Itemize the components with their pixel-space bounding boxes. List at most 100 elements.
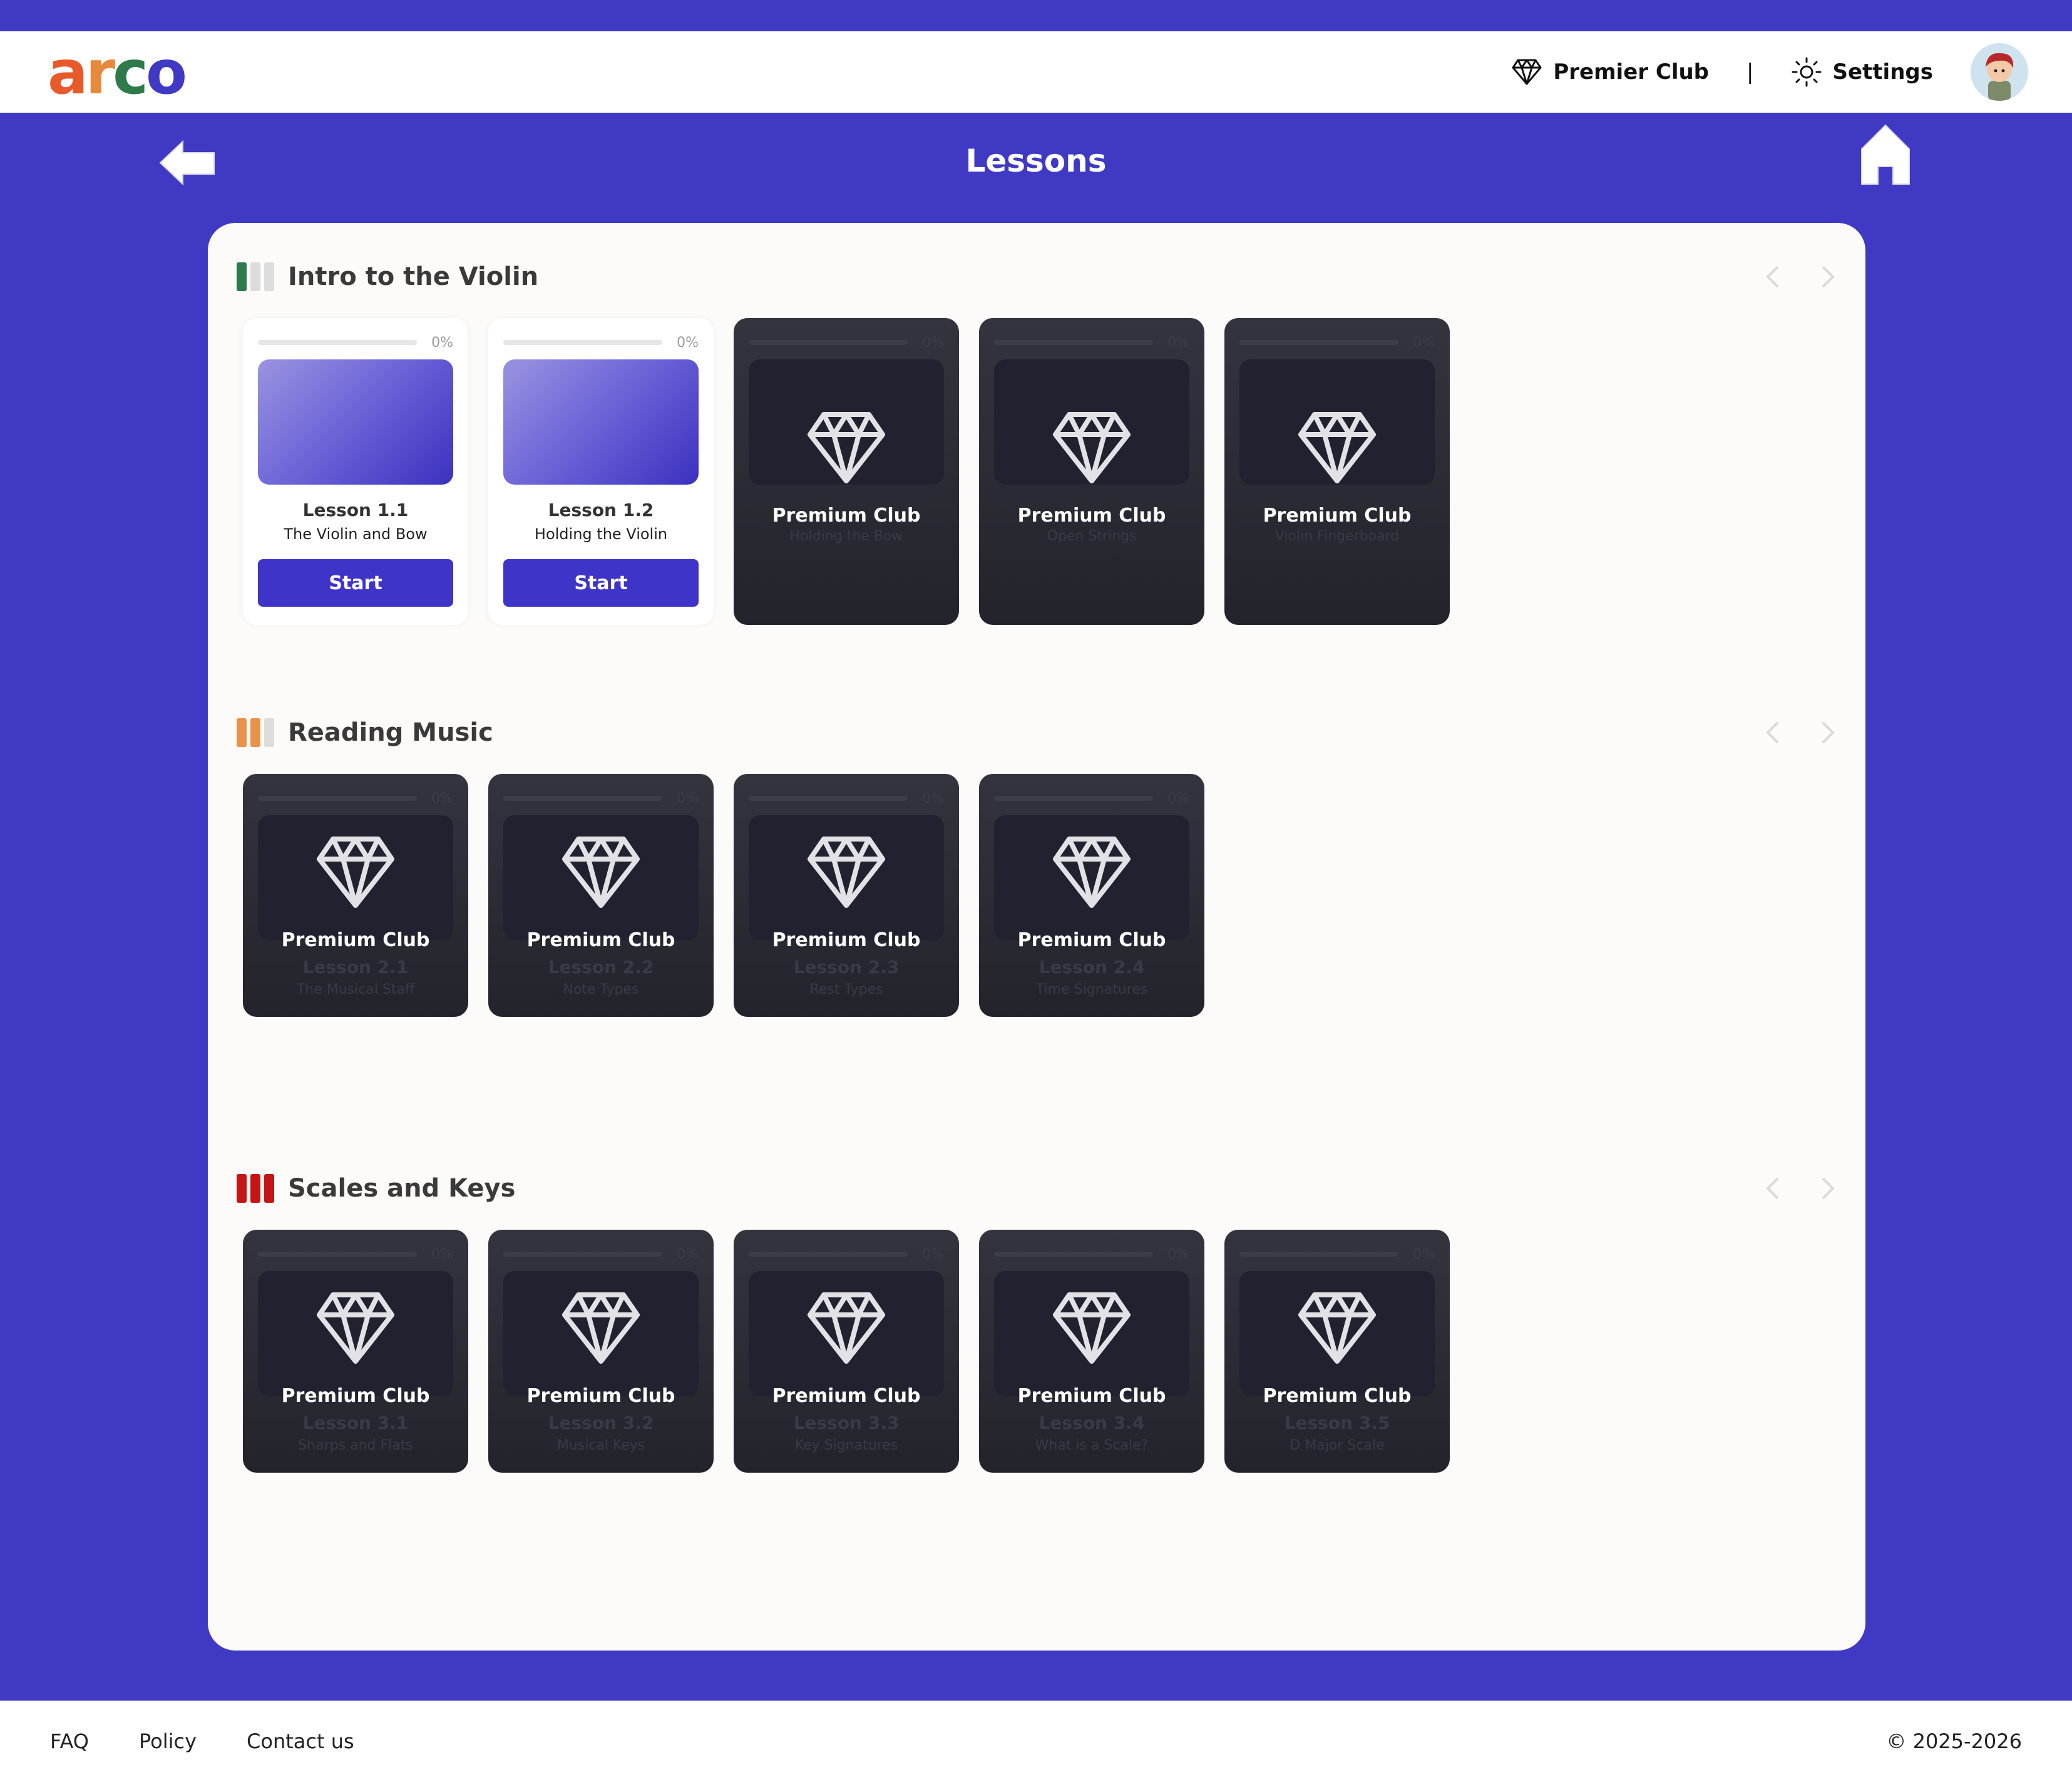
lesson-number: Lesson 3.1 [302, 1413, 409, 1433]
settings-link[interactable]: Settings [1792, 57, 1933, 87]
lesson-progress-percent: 0% [922, 1246, 944, 1262]
chevron-right-icon[interactable] [1817, 262, 1839, 292]
section-progress-bars [237, 262, 274, 291]
lesson-progress-bar [749, 1252, 908, 1257]
start-button[interactable]: Start [258, 559, 453, 607]
chevron-right-icon[interactable] [1817, 718, 1839, 748]
premium-diamond-icon [1053, 412, 1131, 483]
lesson-progress-bar [258, 796, 417, 801]
locked-lesson-card[interactable]: 0% Premium Club Lesson 2.3 Rest Types [734, 774, 959, 1017]
logo-letter-o: o [146, 38, 187, 108]
section-progress-bars [237, 718, 274, 747]
copyright-text: © 2025-2026 [1886, 1729, 2022, 1753]
logo-letter-a: a [48, 38, 88, 108]
premium-club-label: Premium Club [281, 1385, 430, 1407]
lesson-progress-percent: 0% [677, 334, 699, 351]
lesson-number: Lesson 1.2 [548, 500, 654, 520]
contact-us-link[interactable]: Contact us [247, 1729, 354, 1753]
chevron-left-icon[interactable] [1762, 262, 1784, 292]
lesson-name: Holding the Violin [534, 525, 668, 543]
locked-lesson-card[interactable]: 0% Premium Club Lesson 3.4 What is a Sca… [979, 1230, 1204, 1473]
premium-diamond-icon [1053, 837, 1131, 908]
lesson-progress-bar [749, 796, 908, 801]
locked-lesson-card[interactable]: 0% Premium Club Lesson 3.1 Sharps and Fl… [243, 1230, 468, 1473]
lesson-name: Musical Keys [556, 1438, 645, 1453]
premium-diamond-icon [562, 1292, 640, 1364]
lesson-progress-bar [258, 1252, 417, 1257]
user-avatar[interactable] [1971, 43, 2028, 101]
premium-club-label: Premium Club [526, 1385, 675, 1407]
premium-diamond-icon [317, 1292, 394, 1364]
lesson-progress-percent: 0% [922, 790, 944, 806]
lesson-progress-bar [994, 340, 1153, 345]
progress-bar-segment [250, 262, 260, 291]
policy-link[interactable]: Policy [139, 1729, 197, 1753]
lesson-name: Open Strings [1047, 528, 1137, 544]
lesson-name: Rest Types [809, 982, 883, 997]
lesson-name: Time Signatures [1035, 982, 1148, 997]
lesson-progress-percent: 0% [431, 1246, 453, 1262]
locked-lesson-card[interactable]: 0% Premium Club Lesson 3.3 Key Signature… [734, 1230, 959, 1473]
progress-bar-segment [237, 718, 247, 747]
locked-lesson-card[interactable]: 0% Premium Club Holding the Bow [734, 318, 959, 625]
lesson-progress-bar [994, 1252, 1153, 1257]
premium-diamond-icon [562, 837, 640, 908]
premium-diamond-icon [1298, 1292, 1376, 1364]
lesson-number: Lesson 3.2 [548, 1413, 654, 1433]
lesson-progress-bar [994, 796, 1153, 801]
locked-lesson-card[interactable]: 0% Premium Club Lesson 2.2 Note Types [488, 774, 714, 1017]
section-reading-music: Reading Music 0% Premium Club Lesson 2.1… [237, 714, 1839, 1064]
locked-lesson-card[interactable]: 0% Premium Club Open Strings [979, 318, 1204, 625]
premium-club-label: Premium Club [1263, 1385, 1412, 1407]
lesson-name: Note Types [563, 982, 639, 997]
lesson-name: Violin Fingerboard [1274, 528, 1400, 544]
premium-club-label: Premium Club [526, 929, 675, 951]
start-button[interactable]: Start [503, 559, 699, 607]
locked-lesson-card[interactable]: 0% Premium Club Lesson 2.1 The Musical S… [243, 774, 468, 1017]
premium-diamond-icon [1053, 1292, 1131, 1364]
logo-letter-c: c [113, 38, 148, 108]
lesson-number: Lesson 3.3 [793, 1413, 900, 1433]
lesson-progress-bar [503, 796, 662, 801]
lesson-progress-percent: 0% [677, 1246, 699, 1262]
locked-lesson-card[interactable]: 0% Premium Club Lesson 3.5 D Major Scale [1224, 1230, 1450, 1473]
home-icon-button[interactable] [1859, 123, 1912, 188]
lesson-card[interactable]: 0% Lesson 1.1 The Violin and Bow Start [243, 318, 468, 625]
section-title: Scales and Keys [288, 1174, 516, 1203]
progress-bar-segment [250, 1174, 260, 1203]
premium-diamond-icon [808, 412, 885, 483]
lesson-progress-percent: 0% [1167, 1246, 1189, 1262]
arco-logo[interactable]: arco [48, 38, 187, 108]
lesson-progress-bar [258, 340, 417, 345]
lesson-card[interactable]: 0% Lesson 1.2 Holding the Violin Start [488, 318, 714, 625]
diamond-icon [1512, 59, 1542, 85]
premium-club-label: Premium Club [772, 1385, 921, 1407]
lesson-number: Lesson 1.1 [302, 500, 409, 520]
premium-diamond-icon [317, 837, 394, 908]
section-title: Reading Music [288, 718, 493, 747]
top-nav-bar: arco Premier Club | Settings [0, 31, 2072, 113]
lesson-progress-percent: 0% [431, 334, 453, 351]
locked-lesson-card[interactable]: 0% Premium Club Lesson 2.4 Time Signatur… [979, 774, 1204, 1017]
lesson-progress-bar [1239, 1252, 1398, 1257]
lesson-progress-bar [503, 340, 662, 345]
premium-club-label: Premium Club [281, 929, 430, 951]
section-progress-bars [237, 1174, 274, 1203]
chevron-right-icon[interactable] [1817, 1173, 1839, 1203]
lesson-name: Holding the Bow [789, 528, 903, 544]
premium-diamond-icon [808, 837, 885, 908]
locked-lesson-card[interactable]: 0% Premium Club Lesson 3.2 Musical Keys [488, 1230, 714, 1473]
progress-bar-segment [250, 718, 260, 747]
faq-link[interactable]: FAQ [50, 1729, 89, 1753]
page-title: Lessons [965, 143, 1107, 179]
premium-club-label: Premium Club [1017, 505, 1166, 527]
premier-club-link[interactable]: Premier Club [1512, 58, 1709, 86]
lesson-name: D Major Scale [1290, 1438, 1385, 1453]
chevron-left-icon[interactable] [1762, 718, 1784, 748]
premium-diamond-icon [808, 1292, 885, 1364]
lesson-name: The Musical Staff [296, 982, 415, 997]
progress-bar-segment [264, 718, 274, 747]
lesson-name: Sharps and Flats [298, 1438, 413, 1453]
chevron-left-icon[interactable] [1762, 1173, 1784, 1203]
locked-lesson-card[interactable]: 0% Premium Club Violin Fingerboard [1224, 318, 1450, 625]
